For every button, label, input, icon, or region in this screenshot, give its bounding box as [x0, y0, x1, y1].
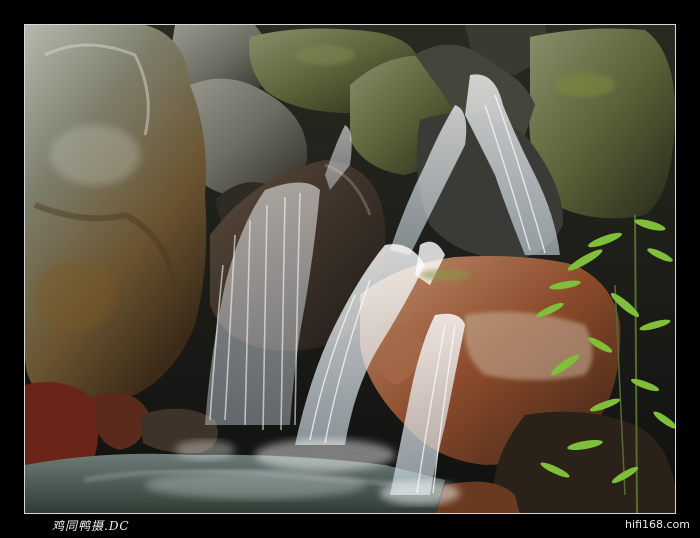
- waterfall-photo: [25, 25, 675, 513]
- photo-frame: [24, 24, 676, 514]
- left-boulder: [25, 25, 207, 404]
- photographer-signature: 鸡同鸭摄.DC: [52, 519, 130, 533]
- site-watermark: hifi168.com: [625, 518, 690, 531]
